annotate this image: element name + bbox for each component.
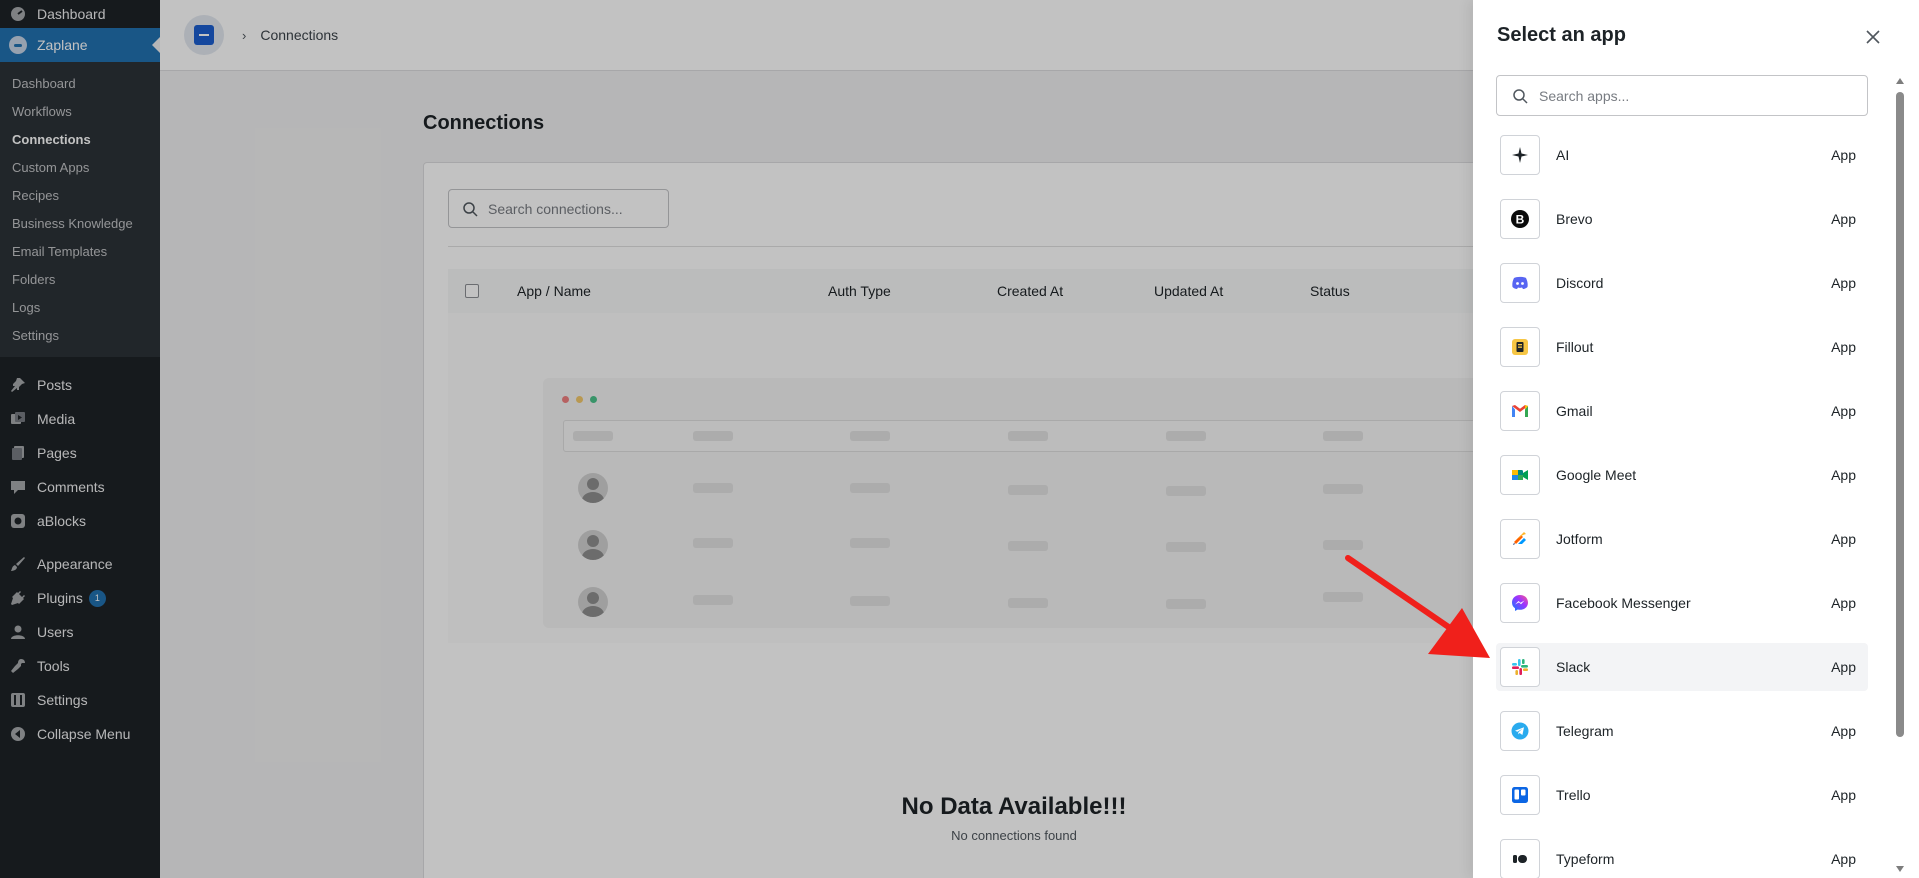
messenger-icon bbox=[1500, 583, 1540, 623]
close-button[interactable] bbox=[1862, 26, 1884, 48]
app-type: App bbox=[1831, 147, 1856, 163]
fillout-icon bbox=[1500, 327, 1540, 367]
app-item-trello[interactable]: Trello App bbox=[1496, 771, 1868, 819]
telegram-icon bbox=[1500, 711, 1540, 751]
annotation-arrow-icon bbox=[1345, 555, 1490, 658]
scroll-thumb[interactable] bbox=[1896, 92, 1904, 737]
select-app-drawer: Select an app AI App B Brevo App Discord… bbox=[1473, 0, 1919, 878]
app-type: App bbox=[1831, 211, 1856, 227]
app-item-brevo[interactable]: B Brevo App bbox=[1496, 195, 1868, 243]
app-item-fillout[interactable]: Fillout App bbox=[1496, 323, 1868, 371]
app-name: Typeform bbox=[1556, 851, 1615, 867]
scroll-down-arrow-icon[interactable] bbox=[1896, 866, 1904, 872]
app-type: App bbox=[1831, 403, 1856, 419]
typeform-icon bbox=[1500, 839, 1540, 878]
app-name: Fillout bbox=[1556, 339, 1594, 355]
app-item-gmail[interactable]: Gmail App bbox=[1496, 387, 1868, 435]
sparkle-icon bbox=[1500, 135, 1540, 175]
trello-icon bbox=[1500, 775, 1540, 815]
app-name: Telegram bbox=[1556, 723, 1614, 739]
app-item-typeform[interactable]: Typeform App bbox=[1496, 835, 1868, 878]
discord-icon bbox=[1500, 263, 1540, 303]
google-meet-icon bbox=[1500, 455, 1540, 495]
app-item-jotform[interactable]: Jotform App bbox=[1496, 515, 1868, 563]
gmail-icon bbox=[1500, 391, 1540, 431]
app-name: Jotform bbox=[1556, 531, 1603, 547]
app-type: App bbox=[1831, 275, 1856, 291]
jotform-icon bbox=[1500, 519, 1540, 559]
search-icon bbox=[1513, 88, 1528, 104]
app-name: Facebook Messenger bbox=[1556, 595, 1691, 611]
app-item-ai[interactable]: AI App bbox=[1496, 131, 1868, 179]
app-type: App bbox=[1831, 467, 1856, 483]
close-icon bbox=[1866, 30, 1880, 44]
search-apps-input[interactable] bbox=[1539, 87, 1859, 104]
app-name: Brevo bbox=[1556, 211, 1593, 227]
brevo-icon: B bbox=[1500, 199, 1540, 239]
app-name: Trello bbox=[1556, 787, 1591, 803]
scroll-up-arrow-icon[interactable] bbox=[1896, 78, 1904, 84]
app-item-slack[interactable]: Slack App bbox=[1496, 643, 1868, 691]
app-name: AI bbox=[1556, 147, 1570, 163]
app-type: App bbox=[1831, 531, 1856, 547]
app-name: Google Meet bbox=[1556, 467, 1637, 483]
svg-text:B: B bbox=[1516, 213, 1525, 227]
app-item-discord[interactable]: Discord App bbox=[1496, 259, 1868, 307]
app-type: App bbox=[1831, 723, 1856, 739]
app-type: App bbox=[1831, 339, 1856, 355]
drawer-title: Select an app bbox=[1497, 24, 1626, 46]
app-name: Gmail bbox=[1556, 403, 1593, 419]
modal-backdrop[interactable] bbox=[0, 0, 1473, 878]
app-item-google-meet[interactable]: Google Meet App bbox=[1496, 451, 1868, 499]
app-search[interactable] bbox=[1496, 75, 1868, 116]
app-name: Slack bbox=[1556, 659, 1591, 675]
app-item-facebook-messenger[interactable]: Facebook Messenger App bbox=[1496, 579, 1868, 627]
app-list: AI App B Brevo App Discord App Fillout A… bbox=[1496, 131, 1868, 878]
app-item-telegram[interactable]: Telegram App bbox=[1496, 707, 1868, 755]
app-type: App bbox=[1831, 659, 1856, 675]
app-type: App bbox=[1831, 787, 1856, 803]
app-type: App bbox=[1831, 851, 1856, 867]
slack-icon bbox=[1500, 647, 1540, 687]
app-type: App bbox=[1831, 595, 1856, 611]
app-name: Discord bbox=[1556, 275, 1604, 291]
